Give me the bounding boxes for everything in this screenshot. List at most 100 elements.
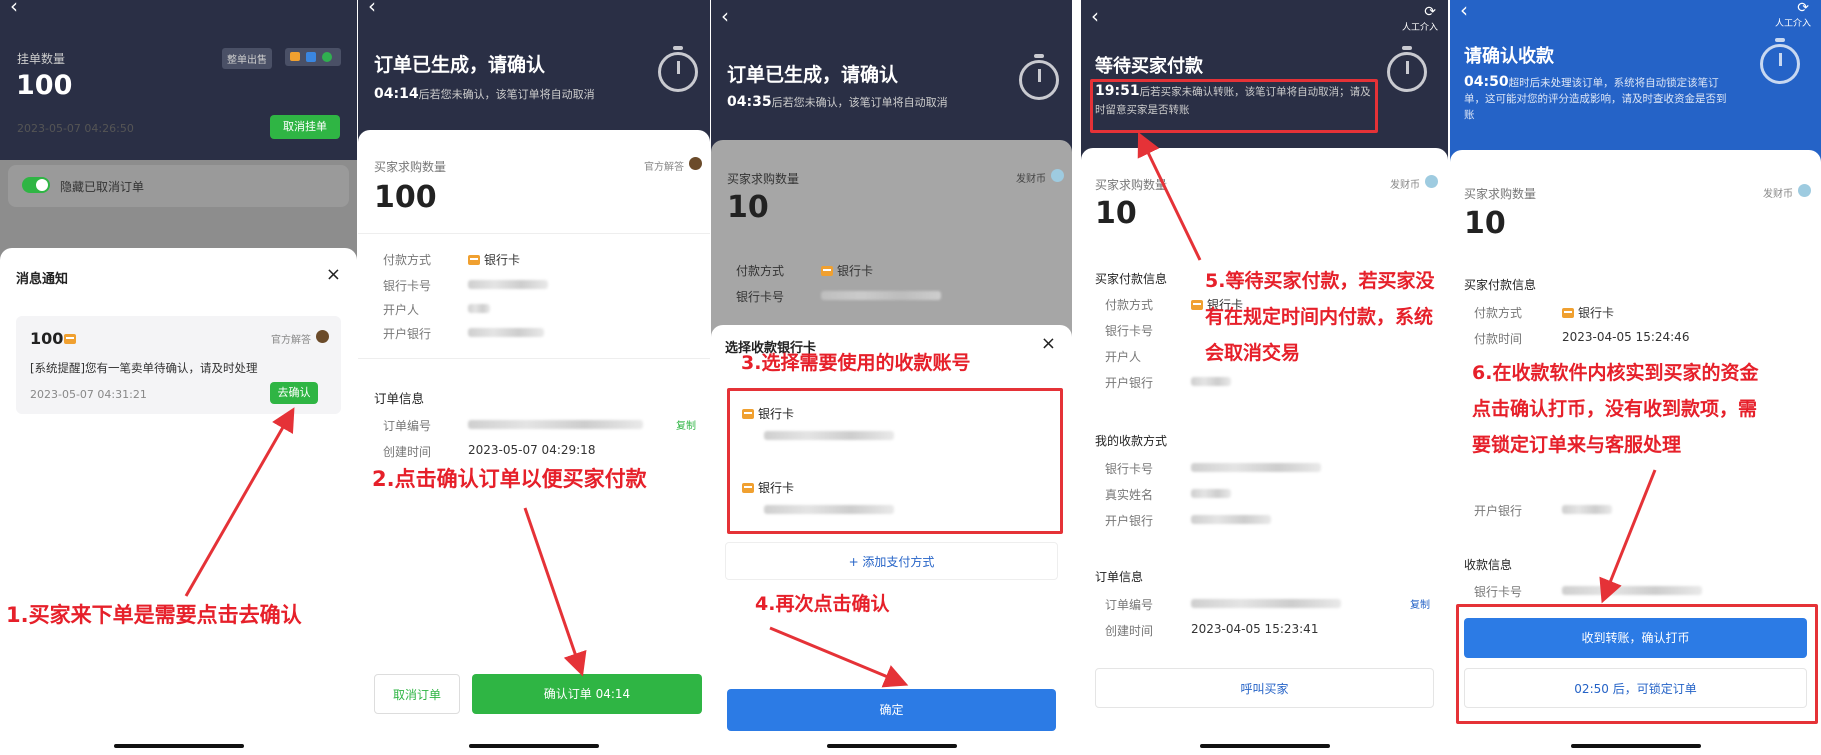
highlight-action-buttons [1456, 604, 1818, 724]
order-card: 买家求购数量 官方解答 100 付款方式 银行卡 银行卡号 开户人 开户银行 订… [358, 130, 710, 755]
order-no-label: 订单编号 [1105, 598, 1154, 612]
add-payment-button[interactable]: + 添加支付方式 [725, 542, 1058, 580]
call-buyer-button[interactable]: 呼叫买家 [1095, 668, 1434, 708]
holder-value [468, 304, 490, 313]
message-qty: 100 [30, 329, 64, 348]
pay-info-title: 买家付款信息 [1095, 272, 1168, 286]
created-label: 创建时间 [1105, 624, 1154, 638]
message-time: 2023-05-07 04:31:21 [30, 388, 147, 401]
screen-3: ‹ 订单已生成，请确认 04:35后若您未确认，该笔订单将自动取消 买家求购数量… [711, 0, 1072, 755]
screen-2: ‹ 订单已生成，请确认 04:14后若您未确认，该笔订单将自动取消 买家求购数量… [358, 0, 710, 755]
coin-badge: 发财币 [1763, 189, 1793, 200]
coin-icon [316, 330, 329, 343]
buy-qty: 10 [727, 190, 769, 225]
buy-qty-label: 买家求购数量 [374, 160, 447, 174]
pay-method-value: 银行卡 [1562, 304, 1614, 321]
page-title: 请确认收款 [1464, 46, 1554, 67]
card-no-value [468, 280, 548, 289]
home-indicator [826, 744, 957, 748]
real-name-label: 真实姓名 [1105, 488, 1154, 502]
pay-info-title: 买家付款信息 [1464, 278, 1537, 292]
wechat-icon [322, 52, 332, 62]
open-bank-value [1191, 377, 1231, 386]
page-title: 等待买家付款 [1095, 56, 1203, 77]
header-area: ‹ ⟳ 人工介入 请确认收款 04:50超时后未处理该订单，系统将自动锁定该笔订… [1450, 0, 1821, 170]
coin-badge: 发财币 [1390, 180, 1420, 191]
pay-method-value: 银行卡 [821, 262, 873, 279]
home-indicator [469, 744, 599, 748]
order-no-value [468, 420, 643, 429]
annotation-step-3: 3.选择需要使用的收款账号 [741, 352, 971, 374]
message-text: [系统提醒]您有一笔卖单待确认，请及时处理 [30, 361, 258, 375]
open-bank-label: 开户银行 [383, 327, 432, 341]
toggle-label: 隐藏已取消订单 [60, 180, 145, 194]
service-label[interactable]: 人工介入 [1775, 16, 1811, 29]
page-title: 订单已生成，请确认 [374, 54, 546, 76]
holder-label: 开户人 [383, 303, 420, 317]
back-icon[interactable]: ‹ [368, 0, 376, 18]
message-card[interactable]: 100 官方解答 [系统提醒]您有一笔卖单待确认，请及时处理 2023-05-0… [16, 316, 341, 414]
back-icon[interactable]: ‹ [721, 4, 729, 28]
recv-info-title: 收款信息 [1464, 558, 1513, 572]
copy-button[interactable]: 复制 [1410, 596, 1430, 611]
back-icon[interactable]: ‹ [1091, 4, 1099, 28]
highlight-countdown [1090, 79, 1378, 133]
annotation-step-5: 5.等待买家付款，若买家没有在规定时间内付款，系统会取消交易 [1205, 270, 1435, 364]
back-icon[interactable]: ‹ [10, 0, 18, 18]
countdown: 04:35 [727, 94, 772, 110]
card-no-label: 银行卡号 [1474, 585, 1523, 599]
ok-button[interactable]: 确定 [727, 689, 1056, 731]
countdown-row: 04:50超时后未处理该订单，系统将自动锁定该笔订单，这可能对您的评分造成影响，… [1464, 74, 1734, 123]
my-open-bank-value [1191, 515, 1271, 524]
screen-1: ‹ 挂单数量 100 整单出售 2023-05-07 04:26:50 取消挂单… [0, 0, 357, 755]
countdown-row: 04:14后若您未确认，该笔订单将自动取消 [374, 86, 595, 102]
listing-qty: 100 [16, 70, 73, 101]
card-no-label: 银行卡号 [1105, 324, 1154, 338]
stopwatch-icon [658, 46, 698, 92]
countdown: 04:50 [1464, 74, 1509, 90]
pay-method-label: 付款方式 [1474, 306, 1523, 320]
header-area: ‹ 订单已生成，请确认 04:35后若您未确认，该笔订单将自动取消 [711, 0, 1072, 160]
card-no-label: 银行卡号 [736, 290, 785, 304]
bank-card-icon [1562, 307, 1574, 318]
cancel-listing-button[interactable]: 取消挂单 [270, 115, 340, 139]
hide-cancelled-toggle[interactable] [22, 177, 50, 193]
created-value: 2023-05-07 04:29:18 [468, 443, 596, 457]
card-no-value [1562, 586, 1702, 595]
holder-label: 开户人 [1105, 350, 1142, 364]
close-icon[interactable]: × [1041, 333, 1056, 354]
buy-qty: 10 [1095, 196, 1137, 231]
cancel-order-button[interactable]: 取消订单 [374, 674, 460, 714]
pay-method-label: 付款方式 [383, 253, 432, 267]
official-badge: 官方解答 [271, 335, 311, 346]
confirm-order-button[interactable]: 确认订单 04:14 [472, 674, 702, 714]
order-no-label: 订单编号 [383, 419, 432, 433]
open-bank-label: 开户银行 [1474, 504, 1523, 518]
headset-icon[interactable]: ⟳ [1797, 0, 1809, 16]
pay-time-label: 付款时间 [1474, 332, 1523, 346]
service-label[interactable]: 人工介入 [1402, 20, 1438, 33]
annotation-step-6: 6.在收款软件内核实到买家的资金点击确认打币，没有收到款项，需要锁定订单来与客服… [1472, 362, 1759, 456]
annotation-step-4: 4.再次点击确认 [755, 593, 890, 615]
alipay-icon [306, 52, 316, 62]
coin-icon [1425, 175, 1438, 188]
headset-icon[interactable]: ⟳ [1424, 4, 1436, 20]
card-no-value [821, 291, 941, 300]
go-confirm-button[interactable]: 去确认 [270, 382, 318, 404]
close-icon[interactable]: × [326, 264, 341, 285]
bank-icon [290, 52, 300, 61]
order-info-title: 订单信息 [374, 391, 425, 406]
home-indicator [113, 744, 244, 748]
pay-icons [285, 48, 341, 66]
annotation-step-2: 2.点击确认订单以便买家付款 [372, 467, 647, 491]
back-icon[interactable]: ‹ [1460, 0, 1468, 22]
coin-icon [1051, 169, 1064, 182]
card-no-label: 银行卡号 [383, 279, 432, 293]
stopwatch-icon [1019, 54, 1059, 100]
modal-title: 消息通知 [16, 272, 69, 287]
countdown-row: 04:35后若您未确认，该笔订单将自动取消 [727, 94, 948, 110]
listing-time: 2023-05-07 04:26:50 [17, 122, 134, 135]
order-info-title: 订单信息 [1095, 570, 1144, 584]
sell-whole-tag: 整单出售 [222, 48, 272, 69]
copy-button[interactable]: 复制 [676, 417, 696, 432]
